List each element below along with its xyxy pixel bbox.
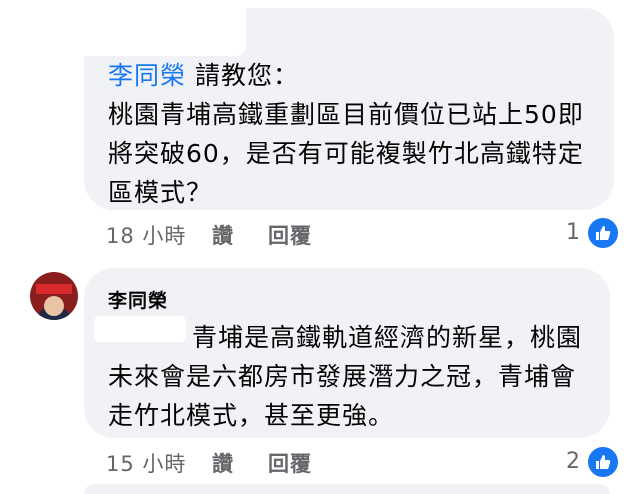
reply-button[interactable]: 回覆 xyxy=(268,448,312,478)
timestamp[interactable]: 15 小時 xyxy=(106,448,186,478)
comment-meta: 18 小時 讚 回覆 xyxy=(106,220,406,250)
like-button[interactable]: 讚 xyxy=(212,448,234,478)
thumbs-up-icon[interactable] xyxy=(586,445,620,479)
comment-text-line: 請教您： xyxy=(186,61,299,90)
like-button[interactable]: 讚 xyxy=(212,220,234,250)
reaction-count[interactable]: 1 xyxy=(566,220,580,245)
thumbs-up-icon[interactable] xyxy=(586,216,620,250)
reaction-count[interactable]: 2 xyxy=(566,449,580,474)
next-comment-edge xyxy=(84,484,610,494)
comment-text: 青埔是高鐵軌道經濟的新星，桃園未來會是六都房市發展潛力之冠，青埔會走竹北模式，甚… xyxy=(108,318,598,435)
reply-button[interactable]: 回覆 xyxy=(268,220,312,250)
comment-text-body: 桃園青埔高鐵重劃區目前價位已站上50即將突破60，是否有可能複製竹北高鐵特定區模… xyxy=(108,100,584,207)
comment-author[interactable]: 李同榮 xyxy=(108,286,168,313)
avatar[interactable] xyxy=(30,272,78,320)
timestamp[interactable]: 18 小時 xyxy=(106,220,186,250)
comment-text-body: 青埔是高鐵軌道經濟的新星，桃園未來會是六都房市發展潛力之冠，青埔會走竹北模式，甚… xyxy=(108,323,583,430)
comment-meta: 15 小時 讚 回覆 xyxy=(106,448,406,478)
comment-text: 李同榮 請教您： 桃園青埔高鐵重劃區目前價位已站上50即將突破60，是否有可能複製… xyxy=(108,56,598,212)
mention-link[interactable]: 李同榮 xyxy=(108,61,186,90)
redaction-mask xyxy=(84,8,246,56)
